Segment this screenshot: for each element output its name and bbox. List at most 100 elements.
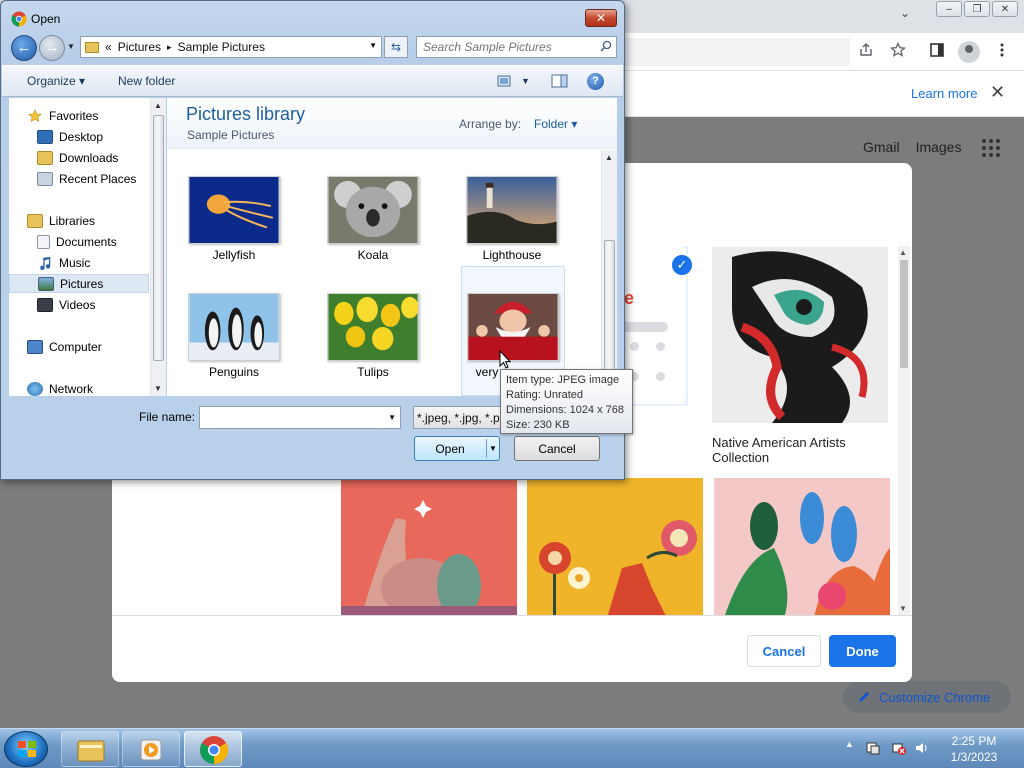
file-name-label: File name: (139, 410, 196, 424)
navigation-pane: Favorites Desktop Downloads Recent Place… (9, 98, 166, 396)
arrange-by-dropdown[interactable]: Folder ▾ (534, 117, 577, 131)
taskbar-explorer-button[interactable] (61, 731, 119, 767)
dialog-title: Open (31, 12, 61, 26)
computer-icon (27, 339, 43, 354)
lighthouse-thumbnail (466, 176, 558, 244)
clock-date: 1/3/2023 (950, 750, 998, 764)
chrome-logo-icon (11, 11, 27, 27)
organize-button[interactable]: Organize ▾ (27, 74, 85, 88)
search-input[interactable] (417, 37, 595, 57)
tab-search-button[interactable]: ⌄ (895, 6, 915, 26)
breadcrumb-pictures[interactable]: Pictures (118, 40, 161, 54)
customize-dialog-footer: Cancel Done (112, 615, 912, 682)
background-tile-art-2[interactable] (527, 478, 703, 618)
open-dropdown-icon[interactable]: ▼ (489, 444, 497, 453)
search-box[interactable] (416, 36, 617, 58)
forward-arrow-icon[interactable]: → (39, 35, 65, 61)
file-explorer-icon (77, 740, 105, 762)
ntp-links: Gmail Images (863, 139, 961, 155)
gmail-link[interactable]: Gmail (863, 139, 900, 155)
menu-icon[interactable] (992, 42, 1012, 62)
koala-thumbnail (327, 176, 419, 244)
taskbar: ▲ 2:25 PM 1/3/2023 (0, 728, 1024, 768)
file-name-dropdown-icon[interactable]: ▼ (388, 413, 396, 422)
file-type-filter[interactable]: *.jpeg, *.jpg, *.p (413, 406, 507, 429)
nav-item-libraries[interactable]: Libraries (27, 211, 167, 230)
new-folder-button[interactable]: New folder (118, 74, 175, 88)
file-item-koala[interactable]: Koala (316, 166, 420, 296)
nav-item-pictures[interactable]: Pictures (9, 274, 149, 293)
recent-locations-dropdown[interactable]: ▼ (67, 42, 75, 51)
recent-places-icon (37, 171, 53, 186)
media-player-icon (140, 739, 162, 761)
file-name-input[interactable] (200, 407, 380, 428)
taskbar-chrome-button[interactable] (184, 731, 242, 767)
taskbar-media-player-button[interactable] (122, 731, 180, 767)
action-center-icon[interactable] (866, 741, 880, 755)
library-subtitle: Sample Pictures (187, 128, 275, 142)
minimize-button[interactable]: – (936, 1, 962, 17)
breadcrumb-separator[interactable]: ▸ (167, 42, 172, 53)
nav-pane-scrollbar[interactable]: ▲ ▼ (150, 98, 166, 396)
apps-icon[interactable] (982, 139, 1000, 157)
pencil-icon (859, 692, 869, 702)
cancel-button[interactable]: Cancel (747, 635, 821, 667)
help-icon[interactable]: ? (587, 73, 604, 90)
dialog-close-button[interactable]: ✕ (585, 9, 617, 27)
dialog-cancel-button[interactable]: Cancel (514, 436, 600, 461)
close-window-button[interactable]: ✕ (992, 1, 1018, 17)
close-icon[interactable]: ✕ (990, 82, 1005, 103)
file-list-pane: Pictures library Sample Pictures Arrange… (167, 98, 617, 396)
music-note-icon (40, 256, 51, 270)
done-button[interactable]: Done (829, 635, 896, 667)
preview-pane-icon[interactable] (551, 74, 569, 88)
address-dropdown-icon[interactable]: ▼ (369, 41, 377, 50)
view-options-dropdown[interactable]: ▼ (521, 76, 530, 86)
collection-label: Native American Artists Collection (712, 435, 846, 465)
file-item-penguins[interactable]: Penguins (177, 283, 281, 413)
address-bar[interactable]: « Pictures ▸ Sample Pictures ▼ (80, 36, 382, 58)
images-link[interactable]: Images (916, 139, 962, 155)
santa-thumbnail (467, 293, 559, 361)
star-icon[interactable] (888, 41, 908, 62)
breadcrumb-overflow[interactable]: « (105, 40, 112, 54)
learn-more-link[interactable]: Learn more (911, 86, 977, 101)
change-view-icon[interactable] (497, 74, 515, 88)
refresh-icon[interactable]: ⇆ (384, 36, 408, 58)
file-name-combobox[interactable]: ▼ (199, 406, 401, 429)
restore-button[interactable]: ❐ (964, 1, 990, 17)
file-item-jellyfish[interactable]: Jellyfish (177, 166, 281, 296)
dialog-titlebar[interactable]: Open ✕ (1, 1, 624, 35)
customize-chrome-button[interactable]: Customize Chrome (843, 681, 1011, 713)
background-tile-native-american[interactable] (712, 247, 888, 423)
file-list-scrollbar[interactable]: ▲ ▼ (601, 150, 617, 396)
chrome-window-controls: – ❐ ✕ (936, 1, 1018, 17)
background-tile-art-1[interactable] (341, 478, 517, 618)
background-tile-art-3[interactable] (714, 478, 890, 618)
tray-overflow-arrow[interactable]: ▲ (845, 739, 854, 749)
system-clock[interactable]: 2:25 PM 1/3/2023 (942, 733, 1006, 765)
command-bar: Organize ▾ New folder ▼ ? (2, 65, 623, 97)
breadcrumb-sample-pictures[interactable]: Sample Pictures (178, 40, 265, 54)
videos-icon (37, 297, 53, 312)
nav-item-network[interactable]: Network (27, 379, 167, 398)
jellyfish-thumbnail (188, 176, 280, 244)
open-button[interactable]: Open ▼ (414, 436, 500, 461)
volume-icon[interactable] (915, 741, 929, 755)
share-icon[interactable] (856, 42, 876, 62)
gallery-scrollbar[interactable]: ▲ ▼ (898, 246, 910, 615)
network-globe-icon (27, 381, 43, 396)
desktop-icon (37, 129, 53, 144)
back-arrow-icon[interactable]: ← (11, 35, 37, 61)
nav-item-favorites[interactable]: Favorites (27, 106, 167, 125)
clock-time: 2:25 PM (951, 734, 997, 748)
file-item-tulips[interactable]: Tulips (316, 283, 420, 413)
omnibox[interactable] (610, 38, 850, 66)
profile-icon[interactable] (958, 41, 980, 63)
downloads-folder-icon (37, 150, 53, 165)
network-status-icon[interactable] (892, 741, 906, 755)
nav-item-computer[interactable]: Computer (27, 337, 167, 356)
start-button[interactable] (4, 731, 48, 767)
windows-logo-icon (18, 741, 36, 757)
side-panel-icon[interactable] (927, 42, 947, 62)
